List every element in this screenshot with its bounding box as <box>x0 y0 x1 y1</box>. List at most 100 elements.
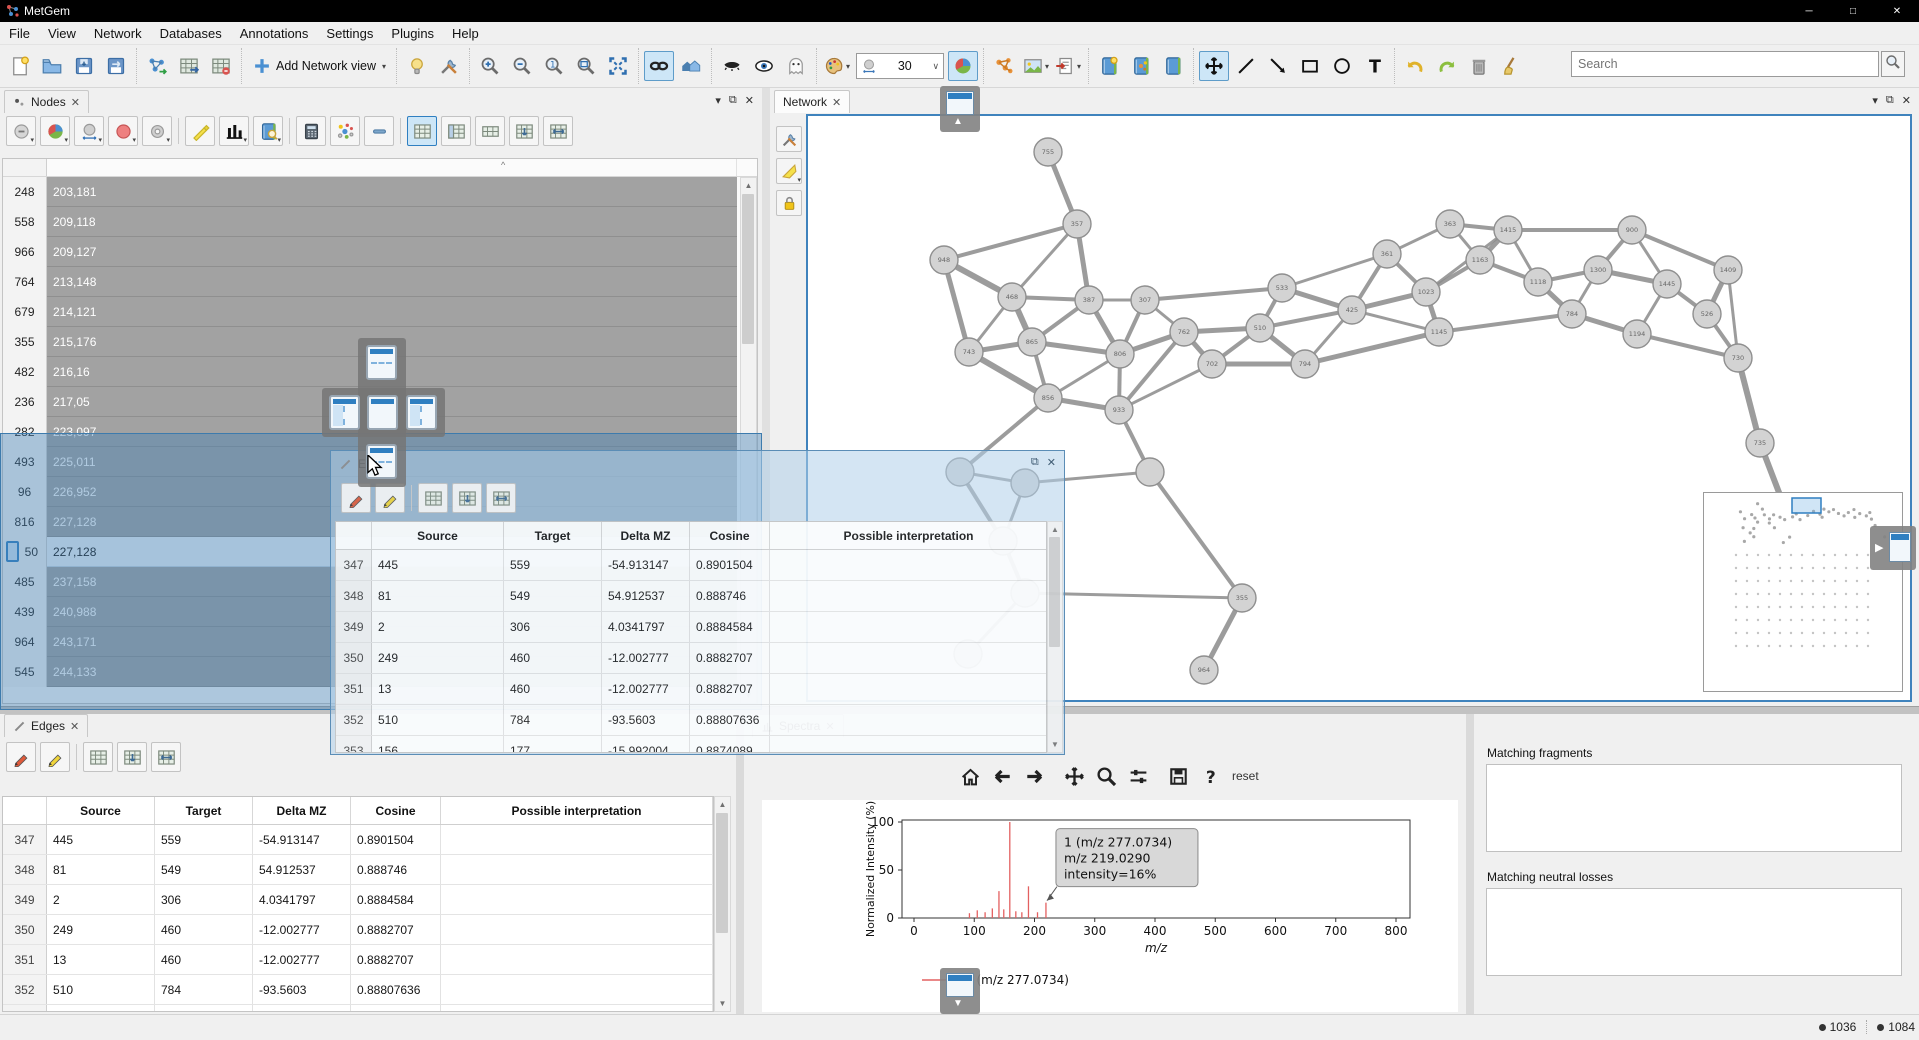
maximize-button[interactable]: □ <box>1831 0 1875 22</box>
bulb-button[interactable] <box>402 51 432 81</box>
cosine-cell[interactable]: 0.8882707 <box>690 643 770 673</box>
export-network-button[interactable] <box>142 51 172 81</box>
source-cell[interactable]: 156 <box>372 736 504 753</box>
table-grid2-button[interactable] <box>441 116 471 146</box>
graph-node[interactable]: 1194 <box>1623 320 1651 348</box>
ruler-button[interactable]: ▾ <box>776 158 802 184</box>
cosine-cell[interactable]: 0.88807636 <box>351 975 441 1004</box>
dock-target-window-bottom-icon[interactable]: ▼ <box>940 968 980 1014</box>
target-cell[interactable]: 460 <box>504 643 602 673</box>
highlighter-button[interactable] <box>185 116 215 146</box>
floating-edges-panel[interactable]: Edges⧉✕SourceTargetDelta MZCosinePossibl… <box>330 450 1065 755</box>
delta-mz-cell[interactable]: 4.0341797 <box>253 885 351 914</box>
graph-node[interactable]: 357 <box>1063 210 1091 238</box>
row-header[interactable]: 764 <box>3 267 47 297</box>
notebook-light-button[interactable] <box>1094 51 1124 81</box>
cosine-cell[interactable]: 0.8901504 <box>351 825 441 854</box>
dbsearch-button[interactable]: ▾ <box>253 116 283 146</box>
undo-button[interactable] <box>1400 51 1430 81</box>
text-button[interactable]: T <box>1359 51 1389 81</box>
tab-close-icon[interactable]: ✕ <box>832 96 841 109</box>
dock-menu-icon[interactable]: ▾ <box>715 94 721 107</box>
graph-node[interactable]: 1445 <box>1653 270 1681 298</box>
red-circle-button[interactable]: ▾ <box>108 116 138 146</box>
table-row[interactable]: 558209,118 <box>3 207 757 237</box>
doc-export-button[interactable]: ▾ <box>1053 51 1083 81</box>
edges-scrollbar[interactable]: ▲▼ <box>714 796 731 1012</box>
delta-mz-cell[interactable]: -15.992004 <box>602 736 690 753</box>
graph-node[interactable]: 755 <box>1034 138 1062 166</box>
row-header[interactable]: 353 <box>336 736 372 753</box>
source-cell[interactable]: 510 <box>47 975 155 1004</box>
export-db-button[interactable] <box>206 51 236 81</box>
table-row[interactable]: 350249460-12.0027770.8882707 <box>3 915 713 945</box>
graph-node[interactable]: 856 <box>1034 384 1062 412</box>
node-mz-cell[interactable]: 203,181 <box>47 177 737 207</box>
graph-node[interactable]: 361 <box>1373 240 1401 268</box>
cosine-cell[interactable]: 0.8884584 <box>351 885 441 914</box>
fullscreen-button[interactable] <box>603 51 633 81</box>
column-header[interactable]: Possible interpretation <box>770 522 1047 549</box>
scroll-thumb[interactable] <box>716 813 728 933</box>
dock-menu-icon[interactable]: ▾ <box>1872 94 1878 107</box>
lock-button[interactable] <box>776 190 802 216</box>
source-cell[interactable]: 2 <box>47 885 155 914</box>
zoom-in-button[interactable] <box>475 51 505 81</box>
image-export-button[interactable]: ▾ <box>1021 51 1051 81</box>
ring-button[interactable]: ▾ <box>142 116 172 146</box>
graph-node[interactable]: 355 <box>1228 584 1256 612</box>
source-cell[interactable]: 13 <box>47 945 155 974</box>
graph-node[interactable]: 702 <box>1198 350 1226 378</box>
mpl-sliders-button[interactable] <box>1122 762 1154 790</box>
dock-target-right-icon[interactable] <box>406 395 437 430</box>
zoom-out-button[interactable] <box>507 51 537 81</box>
delta-mz-cell[interactable]: -54.913147 <box>602 550 690 580</box>
line-button[interactable] <box>1231 51 1261 81</box>
scroll-thumb[interactable] <box>742 194 754 344</box>
delta-mz-cell[interactable]: 54.912537 <box>253 855 351 884</box>
source-cell[interactable]: 249 <box>372 643 504 673</box>
table-down-button[interactable] <box>509 116 539 146</box>
table-row[interactable]: 679214,121 <box>3 297 757 327</box>
mpl-reset-button[interactable]: reset <box>1232 769 1259 783</box>
target-cell[interactable]: 559 <box>504 550 602 580</box>
delta-mz-cell[interactable]: -12.002777 <box>602 643 690 673</box>
menu-view[interactable]: View <box>39 23 85 44</box>
table-row[interactable]: 353156177-15.9920040.8874089 <box>3 1005 713 1012</box>
dock-close-icon[interactable]: ✕ <box>1047 456 1056 469</box>
interpretation-cell[interactable] <box>441 975 713 1004</box>
graph-node[interactable]: 743 <box>955 338 983 366</box>
delta-mz-cell[interactable]: 4.0341797 <box>602 612 690 642</box>
graph-node[interactable] <box>1136 458 1164 486</box>
node-mz-cell[interactable]: 209,127 <box>47 237 737 267</box>
table-row[interactable]: 352510784-93.56030.88807636 <box>336 705 1046 736</box>
graph-node[interactable]: 510 <box>1246 314 1274 342</box>
node-mz-cell[interactable]: 213,148 <box>47 267 737 297</box>
graph-node[interactable]: 762 <box>1170 318 1198 346</box>
row-header[interactable]: 355 <box>3 327 47 357</box>
column-header[interactable] <box>47 159 737 176</box>
menu-databases[interactable]: Databases <box>151 23 231 44</box>
target-cell[interactable]: 460 <box>155 945 253 974</box>
scroll-up-icon[interactable]: ▲ <box>1048 522 1062 537</box>
source-cell[interactable]: 2 <box>372 612 504 642</box>
table-wide-button[interactable] <box>475 116 505 146</box>
redo-button[interactable] <box>1432 51 1462 81</box>
search-input[interactable] <box>1571 51 1879 77</box>
table-row[interactable]: 350249460-12.0027770.8882707 <box>336 643 1046 674</box>
tab-network[interactable]: Network✕ <box>774 90 850 113</box>
target-cell[interactable]: 559 <box>155 825 253 854</box>
delta-mz-cell[interactable]: -93.5603 <box>602 705 690 735</box>
move-button[interactable] <box>1199 51 1229 81</box>
graph-node[interactable]: 1145 <box>1425 318 1453 346</box>
cosine-cell[interactable]: 0.8884584 <box>690 612 770 642</box>
graph-node[interactable]: 1415 <box>1494 216 1522 244</box>
pie-button[interactable]: ▾ <box>40 116 70 146</box>
broom-button[interactable] <box>1496 51 1526 81</box>
graph-node[interactable]: 865 <box>1018 328 1046 356</box>
source-cell[interactable]: 13 <box>372 674 504 704</box>
cosine-cell[interactable]: 0.8882707 <box>351 915 441 944</box>
interpretation-cell[interactable] <box>770 674 1047 704</box>
dash-button[interactable] <box>364 116 394 146</box>
floating-panel-titlebar[interactable]: Edges⧉✕ <box>331 451 1064 477</box>
